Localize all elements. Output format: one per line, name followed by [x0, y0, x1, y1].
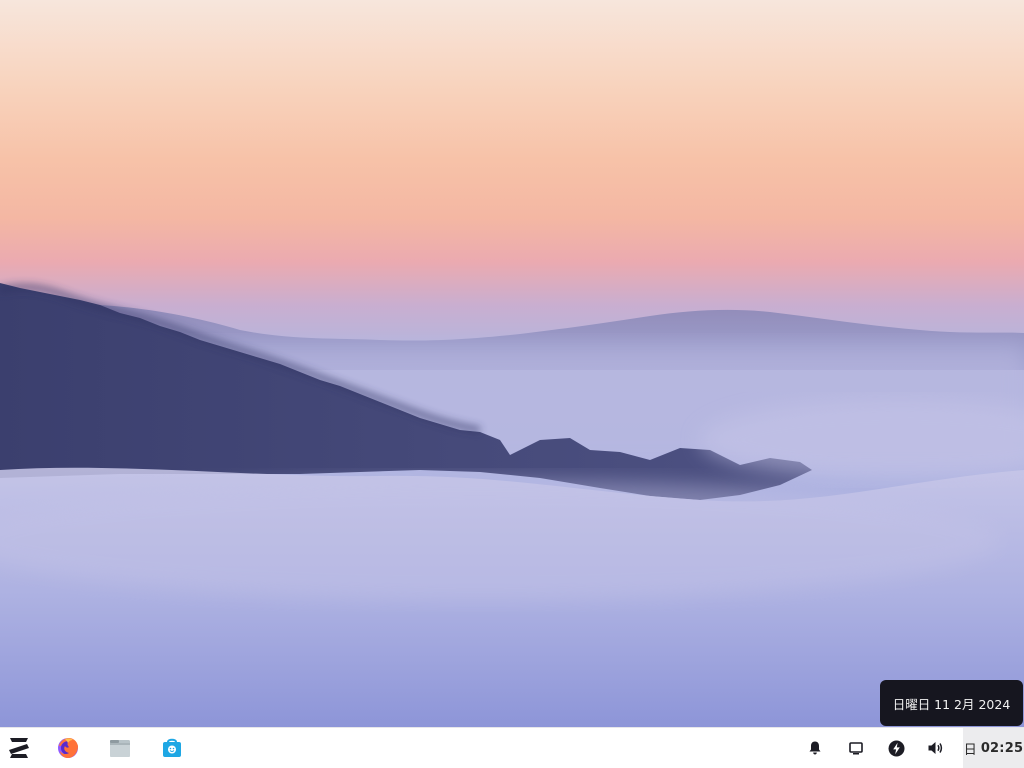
software-store-launcher[interactable] — [158, 734, 186, 762]
firefox-icon — [58, 738, 78, 758]
fog-glow — [0, 480, 1000, 600]
bell-icon — [809, 741, 821, 755]
software-store-icon — [163, 738, 181, 757]
desktop-wallpaper — [0, 0, 1024, 727]
zorin-logo-icon — [9, 738, 29, 758]
date-tooltip-text: 日曜日 11 2月 2024 — [892, 696, 1011, 712]
files-launcher[interactable] — [106, 734, 134, 762]
date-tooltip: 日曜日 11 2月 2024 — [880, 680, 1023, 726]
speaker-icon — [928, 742, 943, 754]
firefox-launcher[interactable] — [54, 734, 82, 762]
notifications-button[interactable] — [804, 737, 826, 759]
volume-button[interactable] — [925, 737, 947, 759]
clock-time: 02:25 — [980, 740, 1024, 756]
app-menu-button[interactable] — [5, 734, 33, 762]
power-button[interactable] — [885, 737, 907, 759]
screen-icon — [849, 742, 863, 755]
power-bolt-icon — [888, 740, 904, 756]
taskbar: 日 02:25 — [0, 727, 1024, 768]
clock-button[interactable]: 日 02:25 — [963, 728, 1024, 768]
files-folder-icon — [110, 740, 130, 757]
wallpaper-landscape — [0, 283, 1024, 727]
display-button[interactable] — [845, 737, 867, 759]
clock-day: 日 — [963, 742, 977, 758]
